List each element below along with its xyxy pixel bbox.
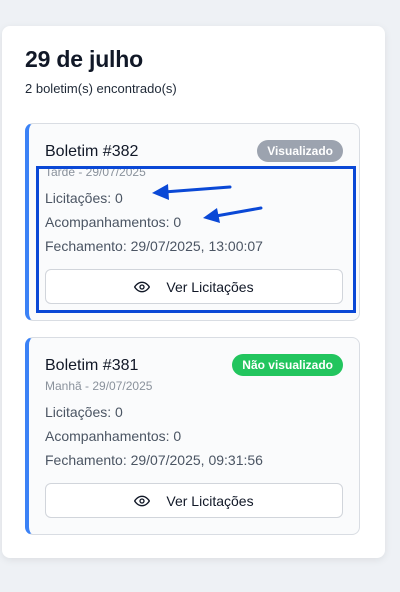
view-bids-label: Ver Licitações: [166, 278, 254, 295]
followups-count: Acompanhamentos: 0: [45, 214, 182, 230]
followups-count: Acompanhamentos: 0: [45, 428, 182, 444]
closing-date: Fechamento: 29/07/2025, 09:31:56: [45, 452, 263, 468]
bids-count: Licitações: 0: [45, 190, 123, 206]
bulletin-card: Boletim #381 Manhã - 29/07/2025 Não visu…: [25, 337, 360, 535]
bulletin-title: Boletim #382: [45, 143, 139, 160]
eye-icon: [134, 493, 151, 509]
view-bids-label: Ver Licitações: [166, 492, 254, 509]
bulletin-title: Boletim #381: [45, 357, 139, 374]
results-count: 2 boletim(s) encontrado(s): [25, 81, 177, 96]
view-bids-button[interactable]: Ver Licitações: [45, 483, 343, 518]
bulletin-subtitle: Tarde - 29/07/2025: [45, 165, 146, 179]
closing-date: Fechamento: 29/07/2025, 13:00:07: [45, 238, 263, 254]
page-title: 29 de julho: [25, 46, 143, 72]
view-bids-button[interactable]: Ver Licitações: [45, 269, 343, 304]
bulletin-card: Boletim #382 Tarde - 29/07/2025 Visualiz…: [25, 123, 360, 321]
bulletin-subtitle: Manhã - 29/07/2025: [45, 379, 153, 393]
status-badge: Visualizado: [257, 140, 343, 162]
eye-icon: [134, 279, 151, 295]
status-badge: Não visualizado: [232, 354, 343, 376]
bids-count: Licitações: 0: [45, 404, 123, 420]
